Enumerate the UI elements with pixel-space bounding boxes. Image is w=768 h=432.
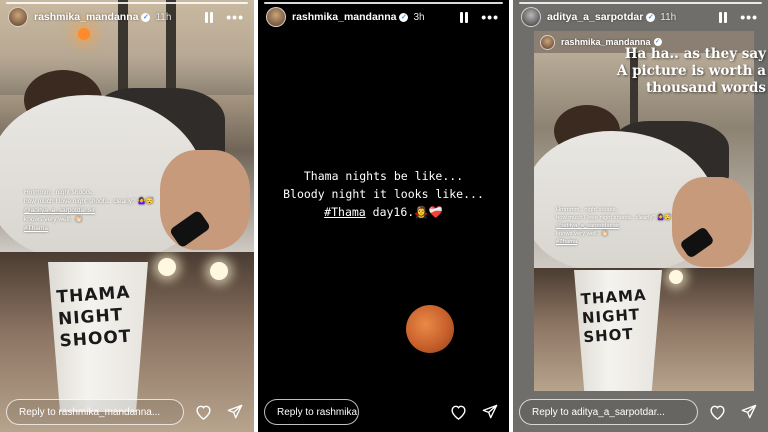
reply-input[interactable]: Reply to rashmika_mandanna... <box>6 399 184 425</box>
timestamp: 3h <box>413 11 425 23</box>
caption-line: knows very well.. 👏🏻 <box>556 231 609 237</box>
send-icon[interactable] <box>222 399 248 425</box>
caption-line: how much I love night shoots.. clearly? … <box>556 215 672 221</box>
text-line: Bloody night it looks like... <box>283 187 484 201</box>
avatar[interactable] <box>540 34 555 50</box>
overlay-line: thousand words <box>646 80 766 96</box>
caption-line: knows very well.. 👏🏻 <box>24 216 84 223</box>
story-text: Thama nights be like... Bloody night it … <box>258 167 509 221</box>
story-progress-bar <box>6 2 248 4</box>
story-caption: Hmmmm.. night shoots.. how much I love n… <box>556 206 686 246</box>
hashtag-link[interactable]: #Thama <box>24 224 174 233</box>
text-line: Thama nights be like... <box>303 169 464 183</box>
pause-icon[interactable] <box>718 11 728 23</box>
story-progress-bar <box>519 2 762 4</box>
verified-badge-icon: ✓ <box>141 12 151 22</box>
text-fragment: day16.🧛‍♀️❤️‍🩹 <box>365 205 443 219</box>
mention-link[interactable]: @aditya_a_sarpotdar sir <box>556 222 686 230</box>
username[interactable]: rashmika_mandanna <box>292 11 396 23</box>
mention-link[interactable]: @aditya_a_sarpotdar sir <box>24 206 174 215</box>
pause-icon[interactable] <box>204 11 214 23</box>
verified-badge-icon: ✓ <box>399 12 409 22</box>
more-icon[interactable]: ••• <box>226 10 244 24</box>
username[interactable]: rashmika_mandanna <box>34 11 138 23</box>
timestamp: 11h <box>660 11 677 23</box>
story-footer: Reply to rashmika_mandanna... <box>264 398 503 426</box>
story-header: rashmika_mandanna ✓ 3h ••• <box>266 6 503 28</box>
caption-line: Hmmmm.. night shoots.. <box>556 207 619 213</box>
text-line: #Thama day16.🧛‍♀️❤️‍🩹 <box>258 203 509 221</box>
story-panel-1[interactable]: Hmmmm.. night shoots.. how much I love n… <box>0 0 254 432</box>
caption-line: Hmmmm.. night shoots.. <box>24 189 95 196</box>
story-footer: Reply to aditya_a_sarpotdar... <box>519 398 762 426</box>
overlay-caption: Ha ha.. as they say A picture is worth a… <box>591 46 766 97</box>
story-progress-bar <box>264 2 503 4</box>
moon-image <box>406 305 454 353</box>
cup-photo: THAMA NIGHT SHOT <box>534 268 754 391</box>
more-icon[interactable]: ••• <box>481 10 499 24</box>
avatar[interactable] <box>8 7 28 27</box>
pause-icon[interactable] <box>459 11 469 23</box>
overlay-line: Ha ha.. as they say <box>624 46 766 62</box>
heart-icon[interactable] <box>445 399 471 425</box>
avatar[interactable] <box>521 7 541 27</box>
story-panel-2[interactable]: rashmika_mandanna ✓ 3h ••• Thama nights … <box>258 0 509 432</box>
caption-line: how much I love night shoots.. clearly? … <box>24 198 154 205</box>
verified-badge-icon: ✓ <box>646 12 656 22</box>
reply-input[interactable]: Reply to rashmika_mandanna... <box>264 399 359 425</box>
story-header: rashmika_mandanna ✓ 11h ••• <box>8 6 248 28</box>
avatar[interactable] <box>266 7 286 27</box>
story-header: aditya_a_sarpotdar ✓ 11h ••• <box>521 6 762 28</box>
reply-input[interactable]: Reply to aditya_a_sarpotdar... <box>519 399 698 425</box>
timestamp: 11h <box>155 11 172 23</box>
more-icon[interactable]: ••• <box>740 10 758 24</box>
story-panel-3[interactable]: rashmika_mandanna ✓ Hmmmm.. night shoots… <box>513 0 768 432</box>
heart-icon[interactable] <box>190 399 216 425</box>
heart-icon[interactable] <box>704 399 730 425</box>
send-icon[interactable] <box>736 399 762 425</box>
send-icon[interactable] <box>477 399 503 425</box>
verified-badge-icon: ✓ <box>653 38 662 46</box>
story-footer: Reply to rashmika_mandanna... <box>6 398 248 426</box>
story-caption: Hmmmm.. night shoots.. how much I love n… <box>24 188 174 233</box>
hashtag-link[interactable]: #Thama <box>324 205 366 219</box>
overlay-line: A picture is worth a <box>616 63 766 79</box>
hashtag-link[interactable]: #Thama <box>556 238 686 246</box>
username[interactable]: aditya_a_sarpotdar <box>547 11 643 23</box>
